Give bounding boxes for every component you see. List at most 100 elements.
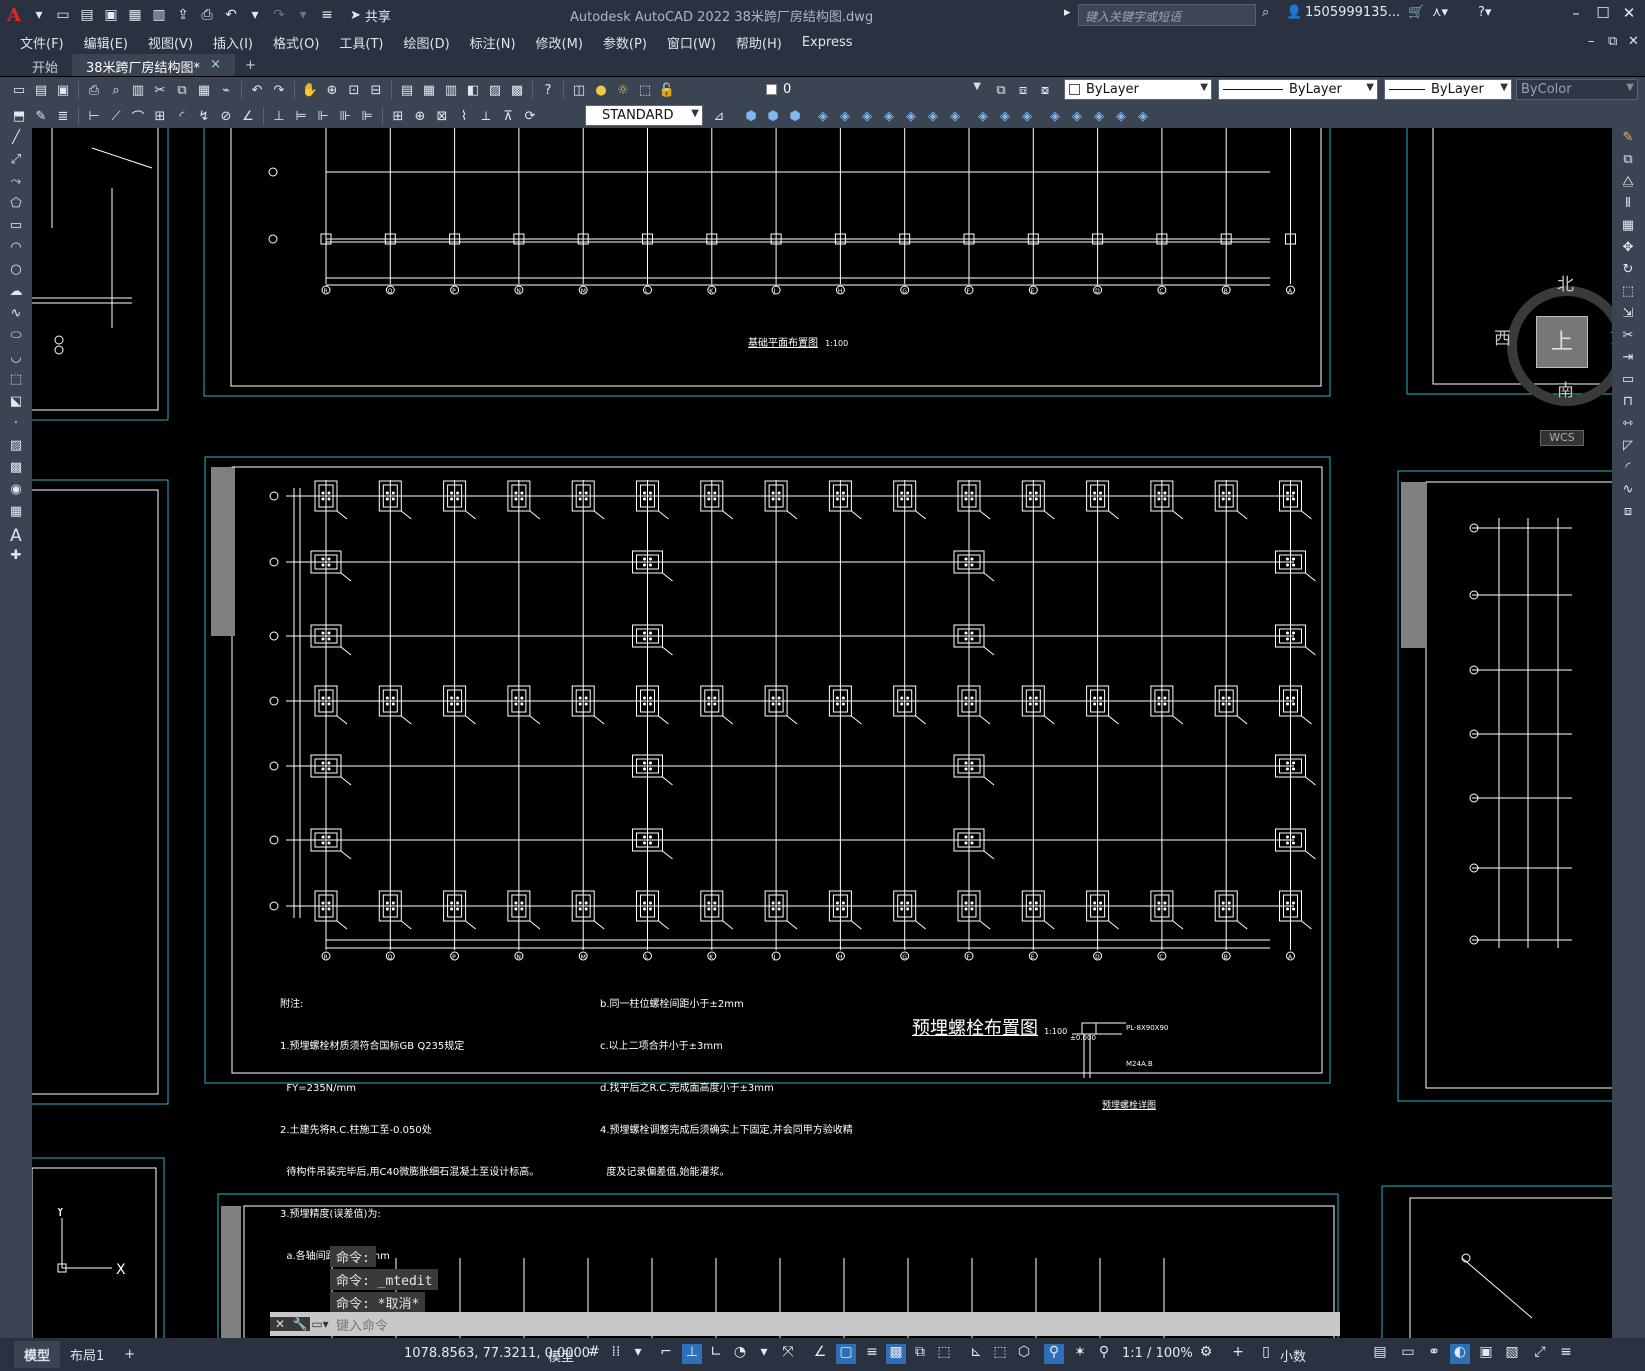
search-expand-icon[interactable]: ▸ — [1064, 5, 1071, 20]
osnap-icon[interactable]: ▢ — [836, 1344, 856, 1364]
zoom-realtime-icon[interactable]: ⊕ — [323, 81, 341, 99]
wcs-menu[interactable]: WCS — [1540, 430, 1584, 446]
markup-icon[interactable]: ▨ — [486, 81, 504, 99]
drawing-canvas[interactable]: RQPNMLKJHGFEDCBARQPNMLKJHGFEDCBA 基础平面布置图… — [32, 128, 1612, 1338]
mtext-icon[interactable]: A — [5, 526, 27, 546]
spline-icon[interactable]: ∿ — [5, 306, 27, 326]
save-as-icon[interactable]: ▦ — [124, 4, 146, 26]
transparency-icon[interactable]: ▩ — [886, 1344, 906, 1364]
selection-cycling-icon[interactable]: ⧉ — [910, 1344, 930, 1364]
modify-join-icon[interactable]: ◈ — [1046, 107, 1064, 125]
units-icon[interactable]: ▯ — [1256, 1344, 1276, 1364]
annotation-scale-value[interactable]: 1:1 / 100% — [1122, 1346, 1193, 1361]
make-current-layer-icon[interactable]: ⧉ — [992, 81, 1010, 99]
isodraft-icon[interactable]: ▾ — [754, 1344, 774, 1364]
arc-icon[interactable]: ◠ — [5, 240, 27, 260]
modify-copy-icon[interactable]: ⬢ — [764, 107, 782, 125]
share-button[interactable]: ➤ 共享 — [344, 4, 397, 27]
modify-chamfer-icon[interactable]: ◈ — [996, 107, 1014, 125]
annotation-scale-icon[interactable]: ⚲ — [1094, 1344, 1114, 1364]
gizmo-icon[interactable]: ⬡ — [1014, 1344, 1034, 1364]
ellipse-icon[interactable]: ⬭ — [5, 328, 27, 348]
table-icon[interactable]: ▦ — [5, 504, 27, 524]
redo-dropdown-icon[interactable]: ▾ — [292, 4, 314, 26]
print-icon[interactable]: ⎙ — [196, 4, 218, 26]
layer-lock-icon[interactable]: 🔓 — [658, 81, 676, 99]
chamfer-icon[interactable]: ◸ — [1617, 438, 1639, 458]
trim-icon[interactable]: ✂ — [1617, 328, 1639, 348]
scale-icon[interactable]: ⬚ — [1617, 284, 1639, 304]
modify-scale-icon[interactable]: ◈ — [902, 107, 920, 125]
3d-osnap-icon[interactable]: ⬚ — [934, 1344, 954, 1364]
menu-edit[interactable]: 编辑(E) — [74, 33, 138, 52]
tolerance-icon[interactable]: ⊞ — [389, 107, 407, 125]
modify-offset-icon[interactable]: ◈ — [836, 107, 854, 125]
new-tab-button[interactable]: + — [235, 55, 266, 76]
array-icon[interactable]: ▦ — [1617, 218, 1639, 238]
move-icon[interactable]: ✥ — [1617, 240, 1639, 260]
open-file-icon[interactable]: ▤ — [76, 4, 98, 26]
layer-on-icon[interactable]: ● — [592, 81, 610, 99]
polar-tracking-icon[interactable]: ◔ — [730, 1344, 750, 1364]
hatch-icon[interactable]: ▨ — [5, 438, 27, 458]
open-icon[interactable]: ▤ — [32, 81, 50, 99]
undo-icon[interactable]: ↶ — [248, 81, 266, 99]
properties-icon[interactable]: ▤ — [398, 81, 416, 99]
plot-preview-icon[interactable]: ⌕ — [107, 81, 125, 99]
insert-block-icon[interactable]: ⬚ — [5, 372, 27, 392]
circle-icon[interactable]: ○ — [5, 262, 27, 282]
tab-layout1[interactable]: 布局1 — [60, 1341, 114, 1368]
menu-window[interactable]: 窗口(W) — [657, 33, 726, 52]
menu-tools[interactable]: 工具(T) — [329, 33, 393, 52]
polyline-icon[interactable]: ⤳ — [5, 174, 27, 194]
jogged-icon[interactable]: ↯ — [195, 107, 213, 125]
modify-array-icon[interactable]: ◈ — [858, 107, 876, 125]
tab-model[interactable]: 模型 — [14, 1341, 61, 1368]
rectangle-icon[interactable]: ▭ — [5, 218, 27, 238]
new-icon[interactable]: ▭ — [10, 81, 28, 99]
modify-explode-icon[interactable]: ◈ — [1018, 107, 1036, 125]
menu-modify[interactable]: 修改(M) — [526, 33, 593, 52]
fullscreen-icon[interactable]: ⤢ — [1530, 1344, 1550, 1364]
pan-icon[interactable]: ✋ — [301, 81, 319, 99]
close-button[interactable]: ✕ — [1618, 4, 1640, 26]
clean-screen-icon[interactable]: ▣ — [1476, 1344, 1496, 1364]
layer-freeze-icon[interactable]: ☼ — [614, 81, 632, 99]
menu-dimension[interactable]: 标注(N) — [460, 33, 526, 52]
cut-icon[interactable]: ✂ — [151, 81, 169, 99]
modify-extend-icon[interactable]: ◈ — [946, 107, 964, 125]
rotate-icon[interactable]: ↻ — [1617, 262, 1639, 282]
layer-previous-icon[interactable]: ⧈ — [1014, 81, 1032, 99]
linear-dimension-icon[interactable]: ⊢ — [85, 107, 103, 125]
space-icon[interactable]: ⊪ — [336, 107, 354, 125]
grid-icon[interactable]: # — [584, 1344, 604, 1364]
ellipse-arc-icon[interactable]: ◡ — [5, 350, 27, 370]
join-icon[interactable]: ⇿ — [1617, 416, 1639, 436]
units-value[interactable]: 小数 — [1280, 1346, 1306, 1365]
modify-trim-icon[interactable]: ◈ — [924, 107, 942, 125]
linetype-dropdown[interactable]: ByLayer ▼ — [1218, 79, 1378, 100]
make-block-icon[interactable]: ⬕ — [5, 394, 27, 414]
user-icon[interactable]: 👤 — [1286, 5, 1302, 20]
menu-format[interactable]: 格式(O) — [263, 33, 329, 52]
inspection-icon[interactable]: ⊠ — [433, 107, 451, 125]
tool-palettes-icon[interactable]: ▥ — [442, 81, 460, 99]
polygon-icon[interactable]: ⬠ — [5, 196, 27, 216]
autodesk-app-icon[interactable]: ⋏▾ — [1432, 5, 1448, 20]
gradient-icon[interactable]: ▩ — [5, 460, 27, 480]
modify-lengthen-icon[interactable]: ◈ — [1090, 107, 1108, 125]
modify-fillet-icon[interactable]: ◈ — [974, 107, 992, 125]
doc-restore-button[interactable]: ⧉ — [1608, 34, 1617, 49]
angular-icon[interactable]: ∠ — [239, 107, 257, 125]
undo-icon[interactable]: ↶ — [220, 4, 242, 26]
infer-constraints-icon[interactable]: ⌐ — [656, 1344, 676, 1364]
match-properties-icon[interactable]: ⌁ — [217, 81, 235, 99]
menu-help[interactable]: 帮助(H) — [726, 33, 792, 52]
baseline-icon[interactable]: ⊨ — [292, 107, 310, 125]
compass-north[interactable]: 北 — [1557, 270, 1574, 295]
layers-icon[interactable]: ≣ — [54, 107, 72, 125]
menu-view[interactable]: 视图(V) — [138, 33, 203, 52]
modify-align-icon[interactable]: ◈ — [1112, 107, 1130, 125]
sheet-set-icon[interactable]: ◧ — [464, 81, 482, 99]
annotation-visibility-icon[interactable]: ⚲ — [1044, 1344, 1064, 1364]
